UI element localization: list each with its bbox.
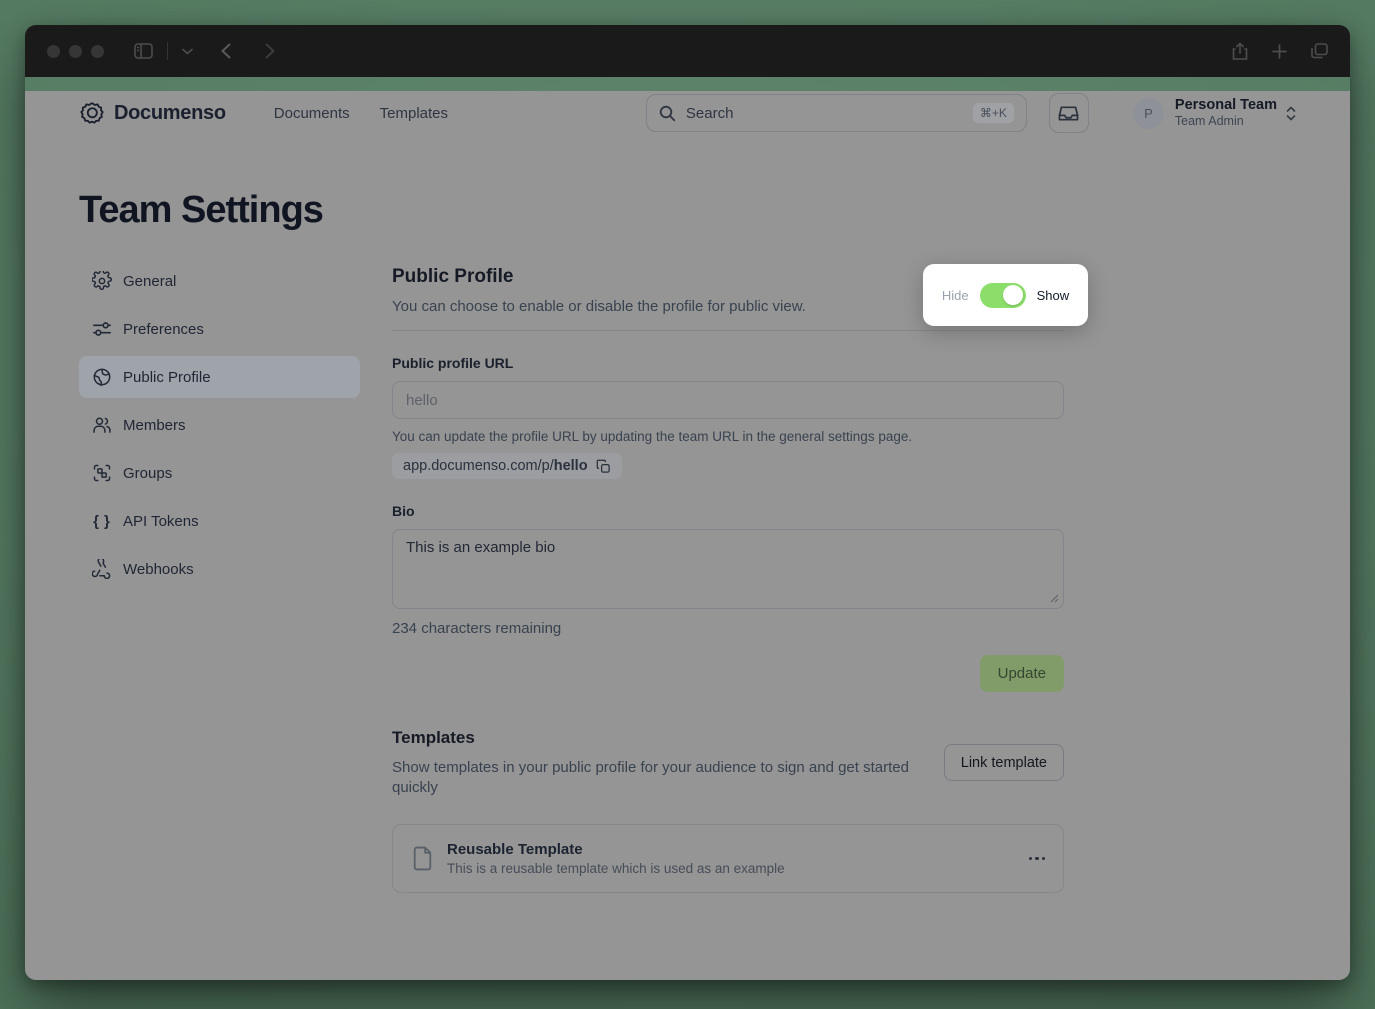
sidebar-item-preferences[interactable]: Preferences <box>79 308 360 350</box>
search-icon <box>659 105 677 122</box>
toggle-show-label: Show <box>1037 288 1070 303</box>
toggle-knob <box>1003 285 1023 305</box>
inbox-icon <box>1058 104 1079 123</box>
toggle-hide-label: Hide <box>942 288 969 303</box>
sidebar-item-label: Preferences <box>123 321 204 338</box>
chevron-down-icon[interactable] <box>182 48 193 55</box>
sidebar-item-members[interactable]: Members <box>79 404 360 446</box>
documenso-logo-icon <box>79 100 105 126</box>
settings-main: Public Profile You can choose to enable … <box>392 260 1064 893</box>
url-preview-base: app.documenso.com/p/ <box>403 458 554 474</box>
avatar-initial: P <box>1144 106 1153 121</box>
template-name: Reusable Template <box>447 841 785 858</box>
bio-field-label: Bio <box>392 503 1064 519</box>
gear-icon <box>92 271 112 291</box>
templates-description: Show templates in your public profile fo… <box>392 758 917 798</box>
sliders-icon <box>92 319 112 339</box>
characters-remaining: 234 characters remaining <box>392 620 1064 637</box>
link-template-button[interactable]: Link template <box>944 744 1064 781</box>
section-divider <box>392 330 1064 331</box>
bio-textarea[interactable]: This is an example bio <box>392 529 1064 609</box>
traffic-lights <box>47 45 104 58</box>
app-header: Documenso Documents Templates ⌘+K <box>79 91 1296 135</box>
back-icon[interactable] <box>221 43 231 59</box>
sidebar-item-general[interactable]: General <box>79 260 360 302</box>
braces-icon: { } <box>92 513 112 530</box>
inbox-button[interactable] <box>1049 93 1089 133</box>
new-tab-icon[interactable] <box>1272 44 1287 59</box>
nav-templates[interactable]: Templates <box>380 105 448 122</box>
sidebar-item-public-profile[interactable]: Public Profile <box>79 356 360 398</box>
close-window-icon[interactable] <box>47 45 60 58</box>
page-title: Team Settings <box>79 189 1296 232</box>
chevrons-up-down-icon <box>1286 106 1296 121</box>
users-icon <box>92 415 112 435</box>
sidebar-toggle-icon[interactable] <box>134 43 153 59</box>
settings-sidebar: General Preferences <box>79 260 360 893</box>
browser-window: Documenso Documents Templates ⌘+K <box>25 25 1350 980</box>
sidebar-item-label: Public Profile <box>123 369 211 386</box>
brand[interactable]: Documenso <box>79 100 226 126</box>
search-box[interactable]: ⌘+K <box>646 94 1027 132</box>
sidebar-item-label: API Tokens <box>123 513 199 530</box>
template-card[interactable]: Reusable Template This is a reusable tem… <box>392 824 1064 893</box>
url-help-text: You can update the profile URL by updati… <box>392 429 1064 444</box>
globe-icon <box>92 367 112 387</box>
sidebar-item-groups[interactable]: Groups <box>79 452 360 494</box>
account-menu[interactable]: P Personal Team Team Admin <box>1133 96 1296 130</box>
resize-handle-icon[interactable] <box>1050 594 1059 603</box>
tab-overview-icon[interactable] <box>1311 43 1328 59</box>
file-icon <box>411 846 434 871</box>
url-preview-slug: hello <box>554 458 588 474</box>
avatar: P <box>1133 98 1164 129</box>
profile-url-input[interactable] <box>392 381 1064 419</box>
ellipsis-icon <box>1029 857 1033 861</box>
profile-url-preview: app.documenso.com/p/hello <box>392 453 622 479</box>
toggle-spotlight: Hide Show <box>923 264 1088 326</box>
titlebar-divider <box>167 42 168 60</box>
search-input[interactable] <box>686 105 964 122</box>
url-field-label: Public profile URL <box>392 355 1064 371</box>
account-name: Personal Team <box>1175 96 1277 114</box>
minimize-window-icon[interactable] <box>69 45 82 58</box>
account-role: Team Admin <box>1175 114 1277 130</box>
sidebar-item-label: Webhooks <box>123 561 194 578</box>
search-shortcut-badge: ⌘+K <box>973 103 1014 123</box>
share-icon[interactable] <box>1232 42 1248 60</box>
template-menu-button[interactable] <box>1029 857 1046 861</box>
profile-visibility-toggle[interactable] <box>980 283 1026 308</box>
sidebar-item-api-tokens[interactable]: { } API Tokens <box>79 500 360 542</box>
browser-titlebar <box>25 25 1350 77</box>
sidebar-item-webhooks[interactable]: Webhooks <box>79 548 360 590</box>
sidebar-item-label: Groups <box>123 465 172 482</box>
sidebar-item-label: Members <box>123 417 186 434</box>
app-page: Documenso Documents Templates ⌘+K <box>25 91 1350 980</box>
copy-icon <box>596 459 611 474</box>
copy-url-button[interactable] <box>596 459 611 474</box>
forward-icon[interactable] <box>265 43 275 59</box>
templates-title: Templates <box>392 728 917 748</box>
zoom-window-icon[interactable] <box>91 45 104 58</box>
webhook-icon <box>92 559 112 579</box>
sidebar-item-label: General <box>123 273 176 290</box>
main-nav: Documents Templates <box>274 105 448 122</box>
template-description: This is a reusable template which is use… <box>447 861 785 876</box>
group-icon <box>92 463 112 483</box>
templates-section: Templates Show templates in your public … <box>392 728 1064 893</box>
update-button[interactable]: Update <box>980 655 1064 692</box>
nav-documents[interactable]: Documents <box>274 105 350 122</box>
brand-name: Documenso <box>114 102 226 125</box>
